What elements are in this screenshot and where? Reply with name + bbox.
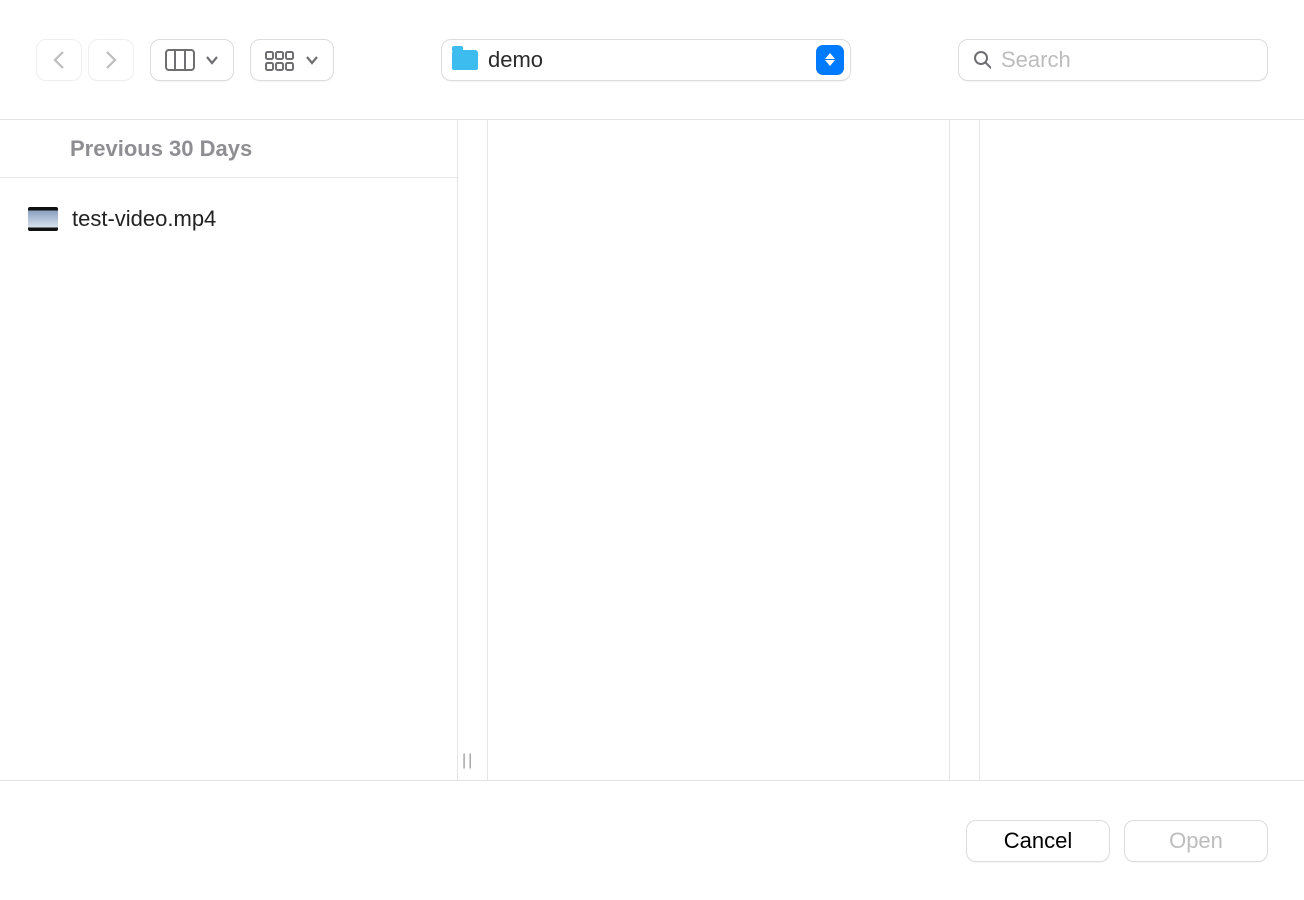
open-button[interactable]: Open	[1124, 820, 1268, 862]
chevron-down-icon	[205, 55, 219, 65]
preview-column	[488, 120, 950, 780]
updown-icon	[816, 45, 844, 75]
search-icon	[973, 50, 991, 70]
group-by-button[interactable]	[250, 39, 334, 81]
view-columns-button[interactable]	[150, 39, 234, 81]
chevron-right-icon	[104, 50, 118, 70]
location-label: demo	[488, 47, 806, 73]
section-header: Previous 30 Days	[0, 120, 457, 178]
toolbar: demo	[0, 0, 1304, 120]
folder-icon	[452, 50, 478, 70]
grid-group-icon	[265, 49, 295, 71]
column-divider	[950, 120, 980, 780]
location-dropdown[interactable]: demo	[441, 39, 851, 81]
cancel-button[interactable]: Cancel	[966, 820, 1110, 862]
search-field[interactable]	[958, 39, 1268, 81]
file-name: test-video.mp4	[72, 206, 216, 232]
forward-button[interactable]	[88, 39, 134, 81]
chevron-left-icon	[52, 50, 66, 70]
columns-icon	[165, 49, 195, 71]
content-area: Previous 30 Days test-video.mp4 ||	[0, 120, 1304, 780]
nav-buttons	[36, 39, 134, 81]
footer: Cancel Open	[0, 780, 1304, 900]
file-item[interactable]: test-video.mp4	[0, 178, 457, 244]
info-column	[980, 120, 1304, 780]
column-divider	[458, 120, 488, 780]
chevron-down-icon	[305, 55, 319, 65]
back-button[interactable]	[36, 39, 82, 81]
video-thumbnail-icon	[28, 207, 58, 231]
file-column: Previous 30 Days test-video.mp4 ||	[0, 120, 458, 780]
search-input[interactable]	[1001, 47, 1253, 73]
